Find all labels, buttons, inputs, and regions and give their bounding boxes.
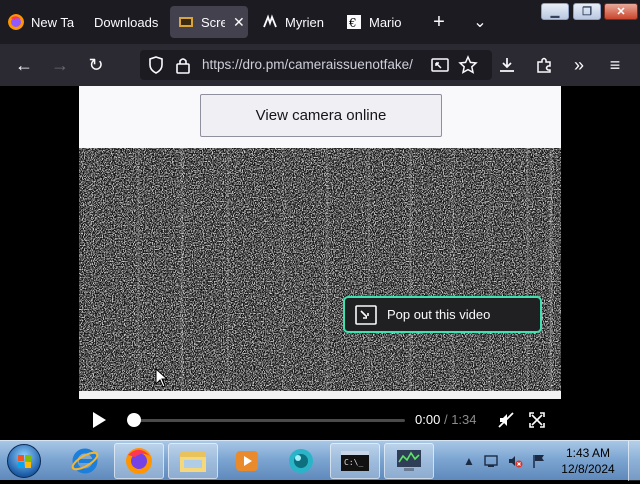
taskbar-command-prompt[interactable]: C:\_ [330, 443, 380, 479]
double-chevron-icon: » [573, 54, 584, 75]
time-separator: / [443, 412, 448, 427]
internet-explorer-icon [71, 448, 99, 474]
firefox-icon [8, 14, 24, 30]
button-container: View camera online [79, 86, 561, 148]
windows-taskbar: C:\_ ▲ 1:43 AM 12/8/2024 [0, 440, 640, 481]
download-icon [500, 58, 514, 72]
back-button[interactable]: ← [10, 51, 38, 79]
tab-downloads[interactable]: Downloads [94, 6, 160, 38]
tab-screen-video[interactable]: Scre ✕ [170, 6, 248, 38]
close-icon: ✕ [616, 6, 626, 18]
page-content: View camera online 0:00 / 1:34 Pop out t… [0, 86, 640, 440]
play-icon[interactable] [93, 412, 106, 428]
picture-in-picture-icon[interactable] [430, 55, 450, 75]
taskbar-app-blue-circle[interactable] [276, 443, 326, 479]
tab-mario[interactable]: € Mario [346, 6, 408, 38]
puzzle-icon [537, 57, 551, 73]
myrient-icon [263, 14, 277, 28]
current-time: 0:00 [415, 412, 441, 427]
show-hidden-icons-chevron-icon[interactable]: ▲ [461, 453, 477, 469]
extensions-button[interactable] [530, 51, 558, 79]
media-player-icon [236, 451, 258, 471]
seek-thumb[interactable] [127, 413, 141, 427]
buffer-bar [79, 391, 561, 399]
minimize-button[interactable]: ▁ [541, 3, 569, 20]
view-camera-online-button[interactable]: View camera online [200, 94, 442, 137]
tab-strip: New Ta Downloads Scre ✕ Myrien € Mario +… [0, 0, 640, 44]
svg-text:C:\_: C:\_ [344, 458, 363, 467]
minimize-icon: ▁ [550, 6, 560, 18]
taskbar-network-monitor[interactable] [384, 443, 434, 479]
pop-out-label: Pop out this video [387, 307, 491, 322]
restore-icon: ❐ [582, 6, 592, 18]
overflow-menu-button[interactable]: » [565, 51, 593, 79]
url-text[interactable]: https://dro.pm/cameraissuenotfake/ [202, 57, 420, 72]
forward-button[interactable]: → [46, 51, 74, 79]
taskbar-firefox[interactable] [114, 443, 164, 479]
show-desktop-button[interactable] [628, 441, 640, 481]
static-noise-frame [79, 148, 561, 391]
seek-bar[interactable] [133, 419, 405, 422]
action-center-icon[interactable] [483, 453, 499, 469]
fullscreen-icon[interactable] [528, 411, 546, 429]
taskbar-file-explorer[interactable] [168, 443, 218, 479]
address-bar[interactable]: https://dro.pm/cameraissuenotfake/ [140, 50, 492, 80]
close-window-button[interactable]: ✕ [604, 3, 638, 20]
volume-muted-icon[interactable] [507, 453, 523, 469]
maximize-button[interactable]: ❐ [573, 3, 601, 20]
arrow-left-icon: ← [15, 54, 33, 75]
pop-out-video-button[interactable]: Pop out this video [343, 296, 542, 333]
reload-button[interactable]: ↻ [82, 51, 110, 79]
command-prompt-icon: C:\_ [341, 451, 369, 471]
folder-icon [180, 452, 206, 472]
windows-logo-icon [18, 455, 31, 468]
navigation-toolbar: ← → ↻ https://dro.pm/cameraissuenotfake/… [0, 44, 640, 86]
tab-list-button[interactable]: ⌄ [466, 8, 494, 36]
picture-in-picture-icon [355, 304, 377, 325]
app-circle-icon [289, 449, 313, 473]
hamburger-menu-icon: ≡ [609, 54, 621, 75]
tab-myrient[interactable]: Myrien [262, 6, 324, 38]
flag-icon[interactable] [531, 453, 547, 469]
time-display: 0:00 / 1:34 [415, 412, 477, 427]
mario-icon: € [347, 15, 361, 30]
start-button[interactable] [7, 444, 41, 478]
network-monitor-icon [397, 450, 421, 471]
video-controls: 0:00 / 1:34 [79, 399, 561, 440]
video-tab-icon [179, 17, 193, 27]
mouse-cursor-icon [155, 368, 169, 388]
duration: 1:34 [451, 412, 477, 427]
shield-icon [149, 56, 163, 74]
clock-date: 12/8/2024 [561, 462, 615, 476]
mute-icon[interactable] [497, 411, 515, 429]
new-tab-button[interactable]: + [425, 8, 453, 36]
taskbar-internet-explorer[interactable] [60, 443, 110, 479]
bookmark-star-icon[interactable] [458, 55, 478, 75]
clock-time: 1:43 AM [565, 446, 611, 460]
downloads-button[interactable] [493, 51, 521, 79]
tab-new-tab[interactable]: New Ta [8, 6, 74, 38]
svg-text:€: € [348, 16, 357, 30]
system-clock[interactable]: 1:43 AM 12/8/2024 [556, 445, 620, 477]
app-menu-button[interactable]: ≡ [601, 51, 629, 79]
reload-icon: ↻ [88, 54, 104, 75]
video-player[interactable]: 0:00 / 1:34 Pop out this video [79, 148, 561, 440]
lock-icon [176, 58, 190, 74]
arrow-right-icon: → [51, 54, 69, 75]
taskbar-media-player[interactable] [222, 443, 272, 479]
close-tab-icon[interactable]: ✕ [233, 14, 245, 31]
firefox-icon [126, 448, 152, 474]
